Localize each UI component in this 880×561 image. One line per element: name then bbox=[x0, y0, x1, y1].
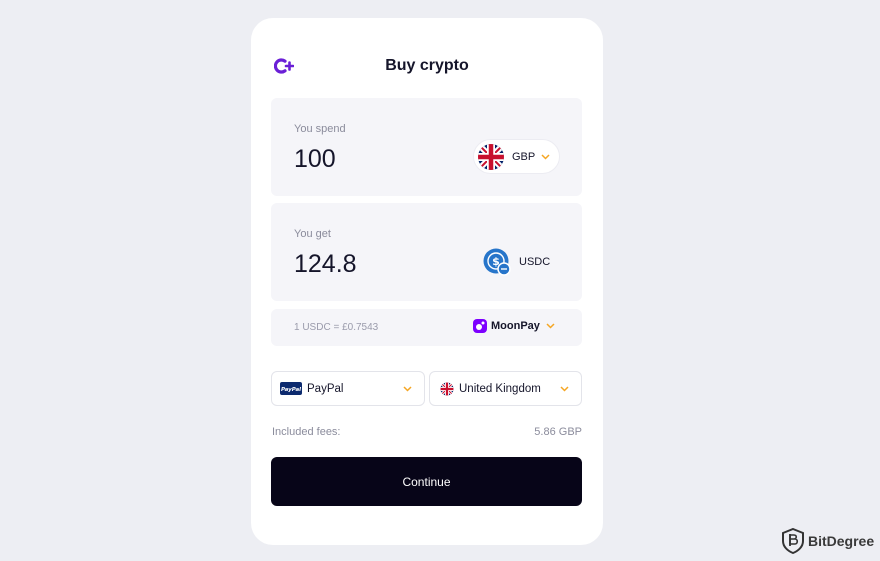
spend-amount-input[interactable]: 100 bbox=[294, 145, 336, 174]
spend-currency-code: GBP bbox=[512, 150, 536, 163]
watermark: BitDegree bbox=[782, 528, 874, 554]
watermark-text: BitDegree bbox=[808, 533, 875, 549]
chevron-down-icon bbox=[541, 153, 550, 160]
svg-text:PayPal: PayPal bbox=[281, 387, 301, 393]
fees-label: Included fees: bbox=[272, 426, 341, 438]
exchange-rate: 1 USDC = £0.7543 bbox=[294, 322, 379, 333]
get-amount: 124.8 bbox=[294, 250, 357, 278]
paypal-logo-icon: PayPal bbox=[280, 382, 302, 395]
get-panel: You get 124.8 $ USDC bbox=[271, 203, 582, 301]
country-label: United Kingdom bbox=[459, 382, 541, 395]
provider-name: MoonPay bbox=[491, 320, 540, 332]
get-label: You get bbox=[294, 228, 331, 240]
uk-flag-icon bbox=[478, 143, 504, 170]
get-currency-selector[interactable]: $ USDC bbox=[479, 244, 552, 279]
bitdegree-logo-icon bbox=[782, 528, 804, 554]
usdc-coin-icon: $ bbox=[483, 248, 511, 276]
page-title: Buy crypto bbox=[385, 57, 469, 74]
exchange-rate-bar: 1 USDC = £0.7543 MoonPay bbox=[271, 309, 582, 346]
country-selector[interactable]: United Kingdom bbox=[429, 371, 582, 406]
buy-crypto-widget: Buy crypto You spend 100 GBP You get 124… bbox=[251, 18, 603, 545]
payment-method-selector[interactable]: PayPal PayPal bbox=[271, 371, 425, 406]
fees-value: 5.86 GBP bbox=[534, 426, 582, 438]
spend-label: You spend bbox=[294, 123, 346, 135]
continue-button[interactable]: Continue bbox=[271, 457, 582, 506]
moonpay-icon bbox=[473, 319, 487, 333]
get-currency-code: USDC bbox=[519, 255, 551, 268]
spend-currency-selector[interactable]: GBP bbox=[473, 139, 560, 174]
payment-method-label: PayPal bbox=[307, 382, 344, 395]
provider-selector[interactable]: MoonPay bbox=[473, 319, 555, 333]
chevron-down-icon bbox=[560, 386, 569, 392]
spend-panel: You spend 100 GBP bbox=[271, 98, 582, 196]
chevron-down-icon bbox=[546, 323, 555, 329]
chevron-down-icon bbox=[403, 386, 412, 392]
uk-flag-icon bbox=[440, 382, 454, 395]
